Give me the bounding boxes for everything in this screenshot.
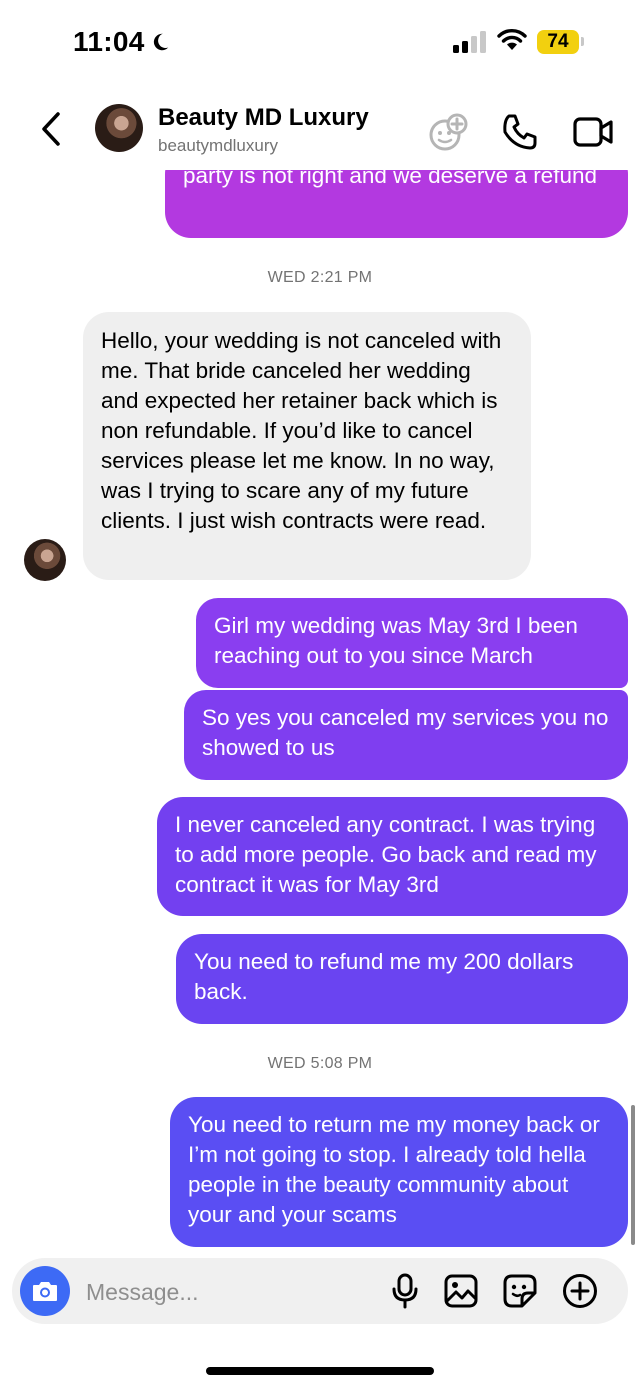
message-composer [12, 1258, 628, 1324]
message-thread[interactable]: party is not right and we deserve a refu… [0, 170, 640, 1255]
message-input[interactable] [84, 1270, 368, 1314]
signal-icon [453, 31, 486, 53]
contact-avatar[interactable] [95, 104, 143, 152]
message-bubble-outgoing[interactable]: So yes you canceled my services you no s… [184, 690, 628, 780]
message-text: I never canceled any contract. I was try… [175, 812, 597, 897]
effects-icon[interactable] [428, 112, 468, 152]
clock: 11:04 [73, 26, 171, 58]
camera-button[interactable] [20, 1266, 70, 1316]
message-bubble-outgoing[interactable]: You need to refund me my 200 dollars bac… [176, 934, 628, 1024]
gallery-icon[interactable] [443, 1273, 479, 1309]
phone-icon[interactable] [500, 112, 540, 152]
battery-indicator: 74 [537, 30, 579, 54]
camera-icon [33, 1282, 57, 1301]
microphone-icon[interactable] [390, 1273, 420, 1309]
chat-header: Beauty MD Luxury beautymdluxury [0, 90, 640, 170]
home-indicator[interactable] [206, 1367, 434, 1375]
timestamp: WED 2:21 PM [267, 269, 373, 286]
message-text: So yes you canceled my services you no s… [202, 705, 609, 760]
moon-icon [153, 33, 168, 51]
message-text: party is not right and we deserve a refu… [183, 170, 597, 188]
clock-time: 11:04 [73, 26, 145, 57]
message-text: You need to refund me my 200 dollars bac… [194, 949, 574, 1004]
message-bubble-outgoing[interactable]: You need to return me my money back or I… [170, 1097, 628, 1247]
battery-nub [581, 37, 584, 46]
status-bar: 11:04 74 [0, 0, 640, 90]
message-text: Girl my wedding was May 3rd I been reach… [214, 613, 578, 668]
message-bubble-outgoing[interactable]: Girl my wedding was May 3rd I been reach… [196, 598, 628, 688]
video-icon[interactable] [572, 112, 614, 152]
timestamp: WED 5:08 PM [267, 1055, 373, 1072]
sender-avatar[interactable] [24, 539, 66, 581]
plus-icon[interactable] [562, 1273, 598, 1309]
message-bubble-outgoing[interactable]: party is not right and we deserve a refu… [165, 170, 628, 238]
message-text: Hello, your wedding is not canceled with… [101, 328, 502, 533]
contact-name[interactable]: Beauty MD Luxury [158, 104, 369, 132]
wifi-icon [497, 29, 527, 50]
back-chevron-icon[interactable] [36, 110, 66, 148]
contact-handle[interactable]: beautymdluxury [158, 136, 278, 156]
message-bubble-outgoing[interactable]: I never canceled any contract. I was try… [157, 797, 628, 916]
message-text: You need to return me my money back or I… [188, 1112, 600, 1227]
message-bubble-incoming[interactable]: Hello, your wedding is not canceled with… [83, 312, 531, 580]
sticker-icon[interactable] [502, 1273, 538, 1309]
scrollbar[interactable] [631, 1105, 635, 1245]
